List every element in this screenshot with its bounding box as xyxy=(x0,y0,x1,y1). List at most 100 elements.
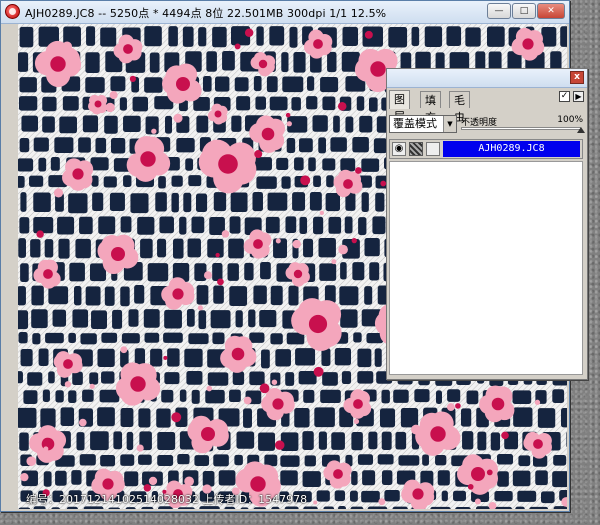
grid-cell xyxy=(202,76,212,92)
grid-cell xyxy=(270,285,283,306)
panel-titlebar[interactable]: x xyxy=(387,69,587,88)
grid-cell xyxy=(57,216,75,235)
tab-fill[interactable]: 填充 xyxy=(420,91,441,124)
petal-dot xyxy=(221,230,230,238)
grid-cell xyxy=(161,389,174,403)
grid-cell xyxy=(91,310,107,329)
layers-panel[interactable]: x 图层 填充 毛虫 ✓ ▶ 覆盖模式 ▼ 不透明度 100% ◉ AJH028… xyxy=(386,68,588,380)
petal-dot xyxy=(353,418,360,425)
grid-cell xyxy=(32,333,41,345)
grid-cell xyxy=(18,332,28,344)
grid-cell xyxy=(361,192,369,212)
grid-cell xyxy=(171,192,179,213)
grid-cell xyxy=(437,470,450,486)
grid-cell xyxy=(280,432,299,452)
grid-cell xyxy=(212,26,227,48)
grid-cell xyxy=(512,470,531,487)
grid-cell xyxy=(58,238,70,259)
grid-cell xyxy=(259,310,277,328)
grid-cell xyxy=(104,115,118,134)
window-titlebar[interactable]: AJH0289.JC8 -- 5250点 * 4494点 8位 22.501MB… xyxy=(1,1,569,24)
grid-cell xyxy=(150,348,163,367)
grid-cell xyxy=(351,470,358,486)
grid-cell xyxy=(231,115,242,132)
tab-layers[interactable]: 图层 xyxy=(389,90,410,123)
grid-cell xyxy=(253,507,267,509)
grid-cell xyxy=(361,490,380,503)
petal-dot xyxy=(53,188,64,198)
grid-cell xyxy=(517,490,537,502)
grid-cell xyxy=(167,348,180,367)
grid-cell xyxy=(465,27,481,47)
grid-cell xyxy=(38,157,47,172)
petal-dot xyxy=(136,444,144,452)
blend-mode-select[interactable]: 覆盖模式 ▼ xyxy=(389,115,457,133)
tab-caterpillar[interactable]: 毛虫 xyxy=(449,91,470,124)
grid-cell xyxy=(33,137,49,152)
grid-cell xyxy=(377,454,394,465)
grid-cell xyxy=(541,26,557,47)
grid-cell xyxy=(191,216,205,234)
grid-cell xyxy=(143,309,160,328)
grid-cell xyxy=(186,371,203,385)
petal-dot xyxy=(244,28,254,37)
grid-cell xyxy=(294,157,304,171)
grid-cell xyxy=(79,216,93,235)
opacity-slider-thumb[interactable] xyxy=(577,127,585,133)
grid-cell xyxy=(330,137,347,152)
layer-row[interactable]: ◉ AJH0289.JC8 xyxy=(389,139,583,159)
grid-cell xyxy=(435,454,447,466)
grid-cell xyxy=(364,238,380,257)
panel-close-button[interactable]: x xyxy=(570,71,584,84)
chevron-down-icon[interactable]: ▼ xyxy=(443,116,456,132)
grid-cell xyxy=(255,96,267,110)
grid-cell xyxy=(104,286,115,306)
grid-cell xyxy=(325,192,340,212)
grid-cell xyxy=(194,455,210,466)
layer-thumbnail xyxy=(409,142,423,156)
grid-cell xyxy=(18,407,37,428)
grid-cell xyxy=(338,506,346,509)
grid-cell xyxy=(496,454,514,465)
grid-cell xyxy=(327,51,337,73)
petal-dot xyxy=(378,498,386,506)
grid-cell xyxy=(202,470,215,487)
grid-cell xyxy=(184,348,203,368)
grid-cell xyxy=(307,76,315,91)
petal-dot xyxy=(274,440,285,450)
grid-cell xyxy=(78,137,91,153)
eye-icon[interactable]: ◉ xyxy=(392,142,406,156)
grid-cell xyxy=(320,389,341,404)
layer-name[interactable]: AJH0289.JC8 xyxy=(443,141,580,157)
close-button[interactable]: ✕ xyxy=(537,3,565,19)
grid-cell xyxy=(177,454,190,465)
grid-cell xyxy=(319,263,337,281)
grid-cell xyxy=(393,389,409,403)
minimize-button[interactable]: — xyxy=(487,3,511,19)
grid-cell xyxy=(196,193,208,213)
grid-cell xyxy=(357,348,372,368)
grid-cell xyxy=(249,371,265,386)
grid-cell xyxy=(52,309,67,327)
grid-cell xyxy=(74,285,82,306)
grid-cell xyxy=(497,471,509,487)
grid-cell xyxy=(299,216,308,235)
maximize-button[interactable]: □ xyxy=(512,3,536,19)
grid-cell xyxy=(224,506,236,509)
grid-cell xyxy=(42,116,55,133)
petal-dot xyxy=(319,210,325,216)
grid-cell xyxy=(120,216,132,233)
grid-cell xyxy=(134,285,145,304)
petal-dot xyxy=(129,75,136,82)
grid-cell xyxy=(128,309,139,327)
petal-dot xyxy=(203,271,212,280)
layer-list-area[interactable] xyxy=(389,161,583,375)
petal-dot xyxy=(300,175,311,186)
grid-cell xyxy=(560,407,567,428)
grid-cell xyxy=(48,371,55,384)
opacity-slider[interactable] xyxy=(461,127,581,130)
grid-cell xyxy=(334,348,352,366)
panel-menu-icon[interactable]: ▶ xyxy=(573,91,584,102)
grid-cell xyxy=(304,455,316,467)
panel-checkbox[interactable]: ✓ xyxy=(559,91,570,102)
